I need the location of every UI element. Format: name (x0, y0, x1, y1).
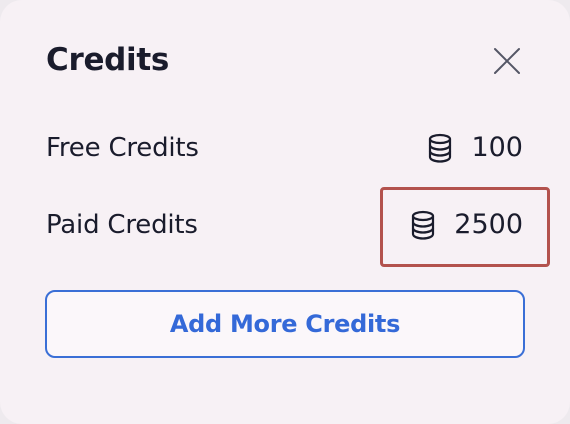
close-icon (494, 48, 520, 74)
paid-credits-value: 2500 (454, 209, 523, 240)
paid-credits-label: Paid Credits (46, 210, 198, 240)
coins-icon (429, 133, 452, 163)
free-credits-value: 100 (471, 132, 523, 163)
free-credits-amount: 100 (427, 131, 523, 165)
coins-icon (412, 210, 435, 240)
credits-dialog: Credits Free Credits 100 Paid Credits 25… (0, 0, 570, 424)
add-more-credits-button[interactable]: Add More Credits (45, 290, 525, 358)
close-button[interactable] (490, 44, 524, 78)
paid-credits-amount: 2500 (410, 208, 523, 242)
free-credits-label: Free Credits (46, 133, 199, 163)
dialog-title: Credits (46, 42, 170, 78)
